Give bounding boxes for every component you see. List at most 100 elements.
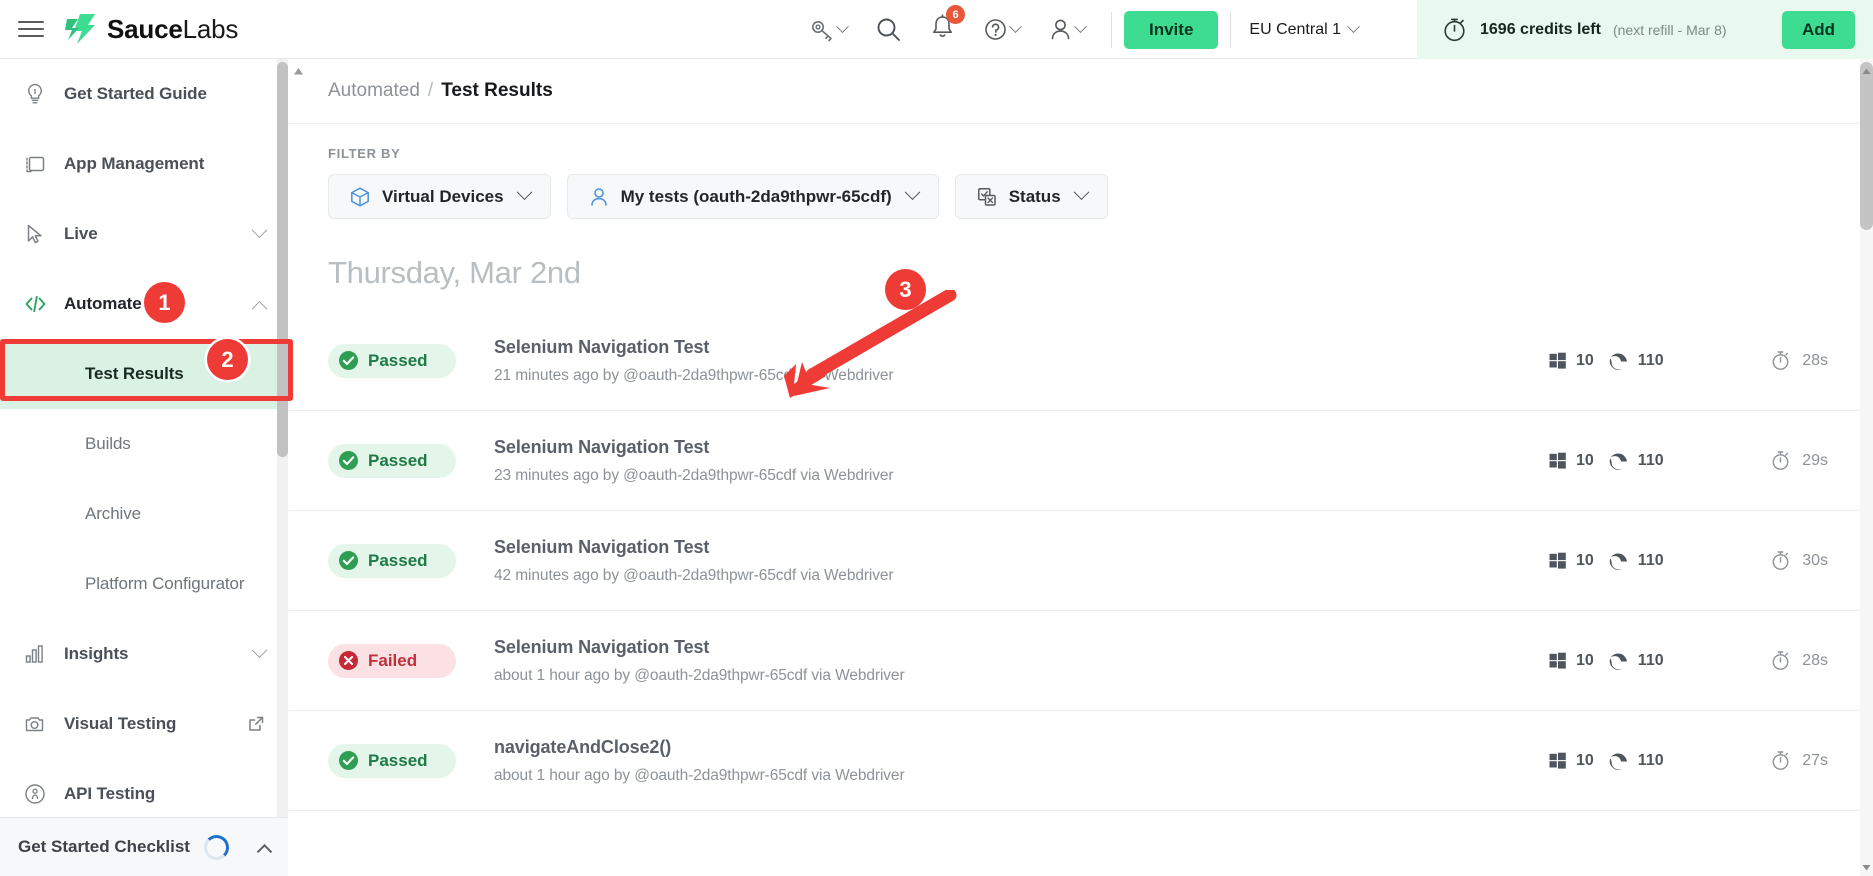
add-credits-button[interactable]: Add: [1781, 10, 1855, 49]
edge-icon: [1609, 553, 1627, 571]
test-info: Selenium Navigation Test 23 minutes ago …: [494, 437, 1548, 485]
credentials-menu[interactable]: [795, 0, 861, 59]
region-selector[interactable]: EU Central 1: [1243, 20, 1364, 39]
filter-chip-status[interactable]: Status: [954, 174, 1108, 219]
chevron-down-icon: [1073, 184, 1089, 201]
windows-icon: [1549, 452, 1566, 469]
sidebar-item-builds[interactable]: Builds: [0, 409, 287, 479]
stopwatch-icon: [1772, 751, 1789, 770]
main-content: Automated / Test Results FILTER BY Virtu…: [289, 59, 1873, 876]
sidebar-item-label: Automated: [64, 294, 152, 313]
test-duration: 30s: [1723, 550, 1828, 571]
browser-version: 110: [1637, 751, 1664, 769]
sidebar-item-platform-configurator[interactable]: Platform Configurator: [0, 549, 287, 619]
windows-icon: [1549, 652, 1566, 669]
scroll-up-arrow-icon[interactable]: [1861, 66, 1872, 77]
os-metric: 10: [1548, 551, 1594, 570]
test-info: Selenium Navigation Test 21 minutes ago …: [494, 337, 1548, 385]
saucelabs-logo[interactable]: SauceLabs: [64, 13, 238, 45]
sidebar-nav: Get Started Guide App Management Live Au…: [0, 59, 288, 817]
scroll-down-arrow-icon[interactable]: [1861, 862, 1872, 873]
test-platform-metrics: 10 110: [1548, 550, 1723, 571]
sidebar-item-get-started-guide[interactable]: Get Started Guide: [0, 59, 287, 129]
filter-chip-virtual-devices[interactable]: Virtual Devices: [328, 174, 551, 219]
code-icon: [22, 291, 48, 317]
help-icon: [985, 19, 1006, 40]
breadcrumb-separator: /: [427, 80, 434, 101]
edge-icon: [1609, 753, 1627, 771]
sidebar-item-automated[interactable]: Automated: [0, 269, 287, 339]
duration-value: 28s: [1802, 651, 1828, 669]
table-row[interactable]: Passed navigateAndClose2() about 1 hour …: [289, 711, 1873, 811]
filter-chip-label: Virtual Devices: [382, 186, 504, 206]
os-metric: 10: [1548, 451, 1594, 470]
table-row[interactable]: Passed Selenium Navigation Test 42 minut…: [289, 511, 1873, 611]
person-icon: [590, 187, 607, 206]
sidebar-scrollbar-thumb[interactable]: [277, 62, 288, 457]
notifications-button[interactable]: 6: [916, 0, 969, 59]
check-circle-icon: [339, 351, 358, 370]
sidebar-subitem-label: Archive: [85, 504, 141, 523]
sidebar-item-label: Live: [64, 224, 98, 243]
chevron-up-icon[interactable]: [256, 843, 273, 860]
test-platform-metrics: 10 110: [1548, 350, 1723, 371]
os-metric: 10: [1548, 651, 1594, 670]
chevron-down-icon: [1009, 20, 1022, 34]
search-button[interactable]: [861, 0, 916, 59]
breadcrumb-parent[interactable]: Automated: [328, 80, 420, 102]
key-icon: [812, 20, 832, 41]
table-row[interactable]: Passed Selenium Navigation Test 21 minut…: [289, 311, 1873, 411]
test-meta: about 1 hour ago by @oauth-2da9thpwr-65c…: [494, 666, 905, 684]
windows-icon: [1549, 352, 1566, 369]
os-version: 10: [1576, 351, 1594, 369]
test-name[interactable]: Selenium Navigation Test: [494, 637, 1548, 658]
windows-icon: [1549, 552, 1566, 569]
filter-chip-my-tests[interactable]: My tests (oauth-2da9thpwr-65cdf): [566, 174, 939, 219]
help-menu[interactable]: [969, 0, 1034, 59]
sidebar-item-insights[interactable]: Insights: [0, 619, 287, 689]
sidebar-item-test-results[interactable]: Test Results: [0, 339, 287, 409]
windows-icon: [1549, 752, 1566, 769]
status-label: Passed: [368, 350, 428, 370]
content-scroll-up-arrow-icon[interactable]: [292, 66, 305, 77]
test-name[interactable]: Selenium Navigation Test: [494, 337, 1548, 358]
app-header: SauceLabs 6 Invite EU Central 1 1696 cre…: [0, 0, 1873, 59]
saucelabs-test-results-page: SauceLabs 6 Invite EU Central 1 1696 cre…: [0, 0, 1873, 876]
chevron-down-icon: [1347, 20, 1360, 34]
test-meta: 23 minutes ago by @oauth-2da9thpwr-65cdf…: [494, 466, 894, 484]
brand-name: SauceLabs: [107, 13, 239, 44]
table-row[interactable]: Passed Selenium Navigation Test 23 minut…: [289, 411, 1873, 511]
invite-button[interactable]: Invite: [1124, 10, 1219, 49]
test-name[interactable]: Selenium Navigation Test: [494, 537, 1548, 558]
table-row[interactable]: Failed Selenium Navigation Test about 1 …: [289, 611, 1873, 711]
test-info: Selenium Navigation Test 42 minutes ago …: [494, 537, 1548, 585]
status-badge: Passed: [328, 543, 456, 578]
sidebar-item-app-management[interactable]: App Management: [0, 129, 287, 199]
credits-count: 1696 credits left: [1480, 20, 1601, 38]
sidebar-item-live[interactable]: Live: [0, 199, 287, 269]
stopwatch-icon: [1444, 18, 1465, 42]
camera-icon: [22, 711, 48, 737]
hamburger-icon[interactable]: [18, 19, 44, 39]
region-label: EU Central 1: [1249, 20, 1341, 38]
get-started-checklist-bar[interactable]: Get Started Checklist: [0, 817, 288, 876]
main-scrollbar-thumb[interactable]: [1860, 62, 1873, 230]
test-meta: about 1 hour ago by @oauth-2da9thpwr-65c…: [494, 766, 905, 784]
test-name[interactable]: navigateAndClose2(): [494, 737, 1548, 758]
test-results-list: Passed Selenium Navigation Test 21 minut…: [289, 311, 1873, 811]
test-name[interactable]: Selenium Navigation Test: [494, 437, 1548, 458]
sidebar-item-archive[interactable]: Archive: [0, 479, 287, 549]
notification-badge: 6: [946, 5, 965, 24]
test-duration: 27s: [1723, 750, 1828, 771]
test-platform-metrics: 10 110: [1548, 450, 1723, 471]
check-circle-icon: [339, 551, 358, 570]
sidebar-item-api-testing[interactable]: API Testing: [0, 759, 287, 817]
sidebar-item-visual-testing[interactable]: Visual Testing: [0, 689, 287, 759]
search-icon: [877, 18, 900, 41]
chevron-down-icon: [904, 184, 920, 201]
credits-refill-note: (next refill - Mar 8): [1612, 21, 1727, 38]
browser-metric: 110: [1608, 750, 1664, 771]
filter-by-label: FILTER BY: [328, 146, 401, 161]
edge-icon: [1609, 653, 1627, 671]
account-menu[interactable]: [1034, 0, 1099, 59]
